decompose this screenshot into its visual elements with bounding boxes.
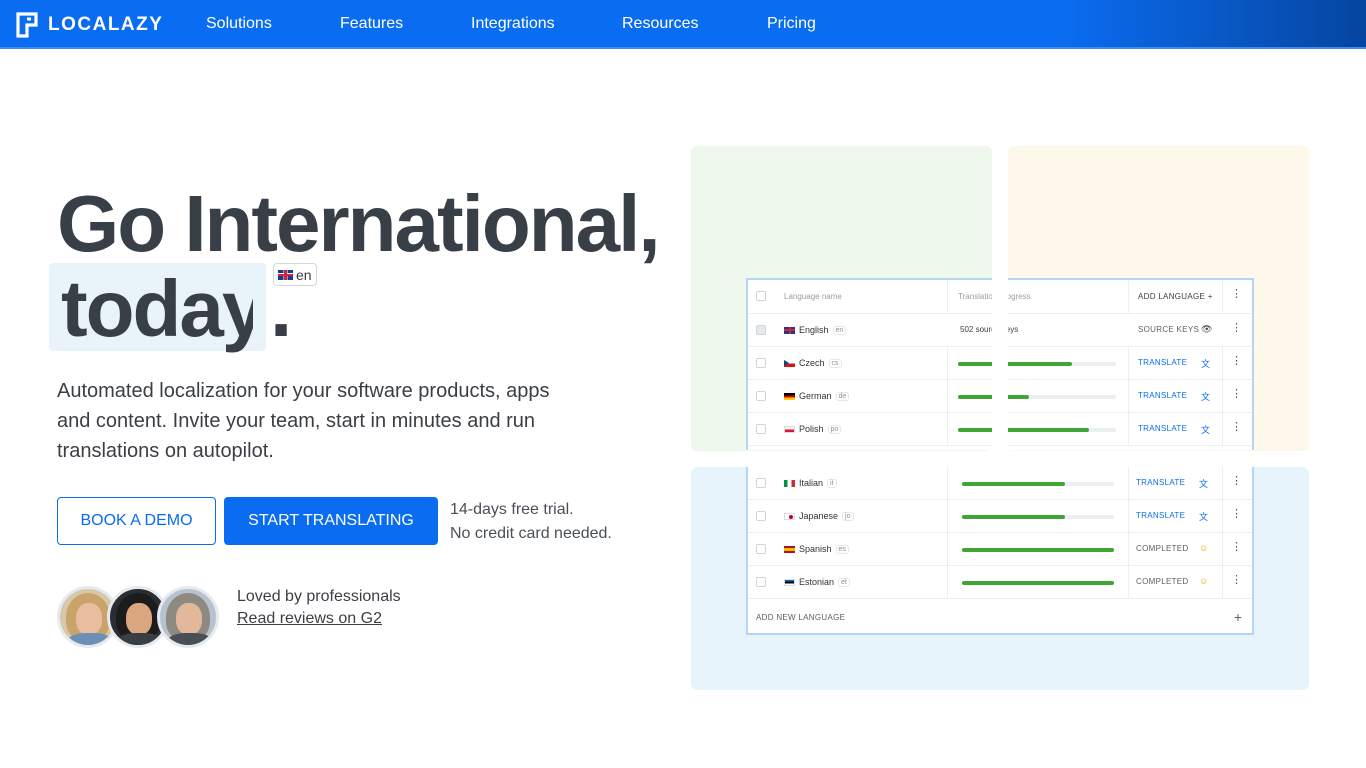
table-row: Spanish es COMPLETED ☺ ⋮ bbox=[748, 533, 1252, 566]
ee-flag-icon bbox=[784, 578, 795, 586]
more-icon[interactable]: ⋮ bbox=[1231, 476, 1242, 487]
row-checkbox[interactable] bbox=[756, 511, 766, 521]
progress-bar bbox=[962, 515, 1114, 519]
more-icon[interactable]: ⋮ bbox=[1231, 422, 1242, 433]
nav-integrations[interactable]: Integrations bbox=[471, 15, 555, 33]
start-translating-button[interactable]: START TRANSLATING bbox=[224, 497, 438, 545]
translate-icon[interactable]: 文 bbox=[1201, 423, 1210, 436]
more-icon[interactable]: ⋮ bbox=[1231, 389, 1242, 400]
progress-bar bbox=[958, 395, 1116, 399]
progress-bar bbox=[958, 428, 1116, 432]
uk-flag-icon bbox=[278, 269, 293, 280]
completed-status: COMPLETED bbox=[1136, 577, 1189, 586]
add-new-language-button[interactable]: ADD NEW LANGUAGE bbox=[756, 613, 845, 622]
jp-flag-icon bbox=[784, 512, 795, 520]
plus-icon[interactable]: + bbox=[1234, 609, 1242, 625]
trial-line-2: No credit card needed. bbox=[450, 525, 612, 542]
g2-reviews-link[interactable]: Read reviews on G2 bbox=[237, 608, 382, 630]
source-keys-button[interactable]: SOURCE KEYS bbox=[1138, 325, 1199, 334]
row-checkbox[interactable] bbox=[756, 577, 766, 587]
language-badge: en bbox=[273, 263, 317, 286]
hero-title-highlight-word: today bbox=[61, 265, 253, 353]
translate-button[interactable]: TRANSLATE bbox=[1138, 424, 1187, 433]
pl-flag-icon bbox=[784, 425, 795, 433]
plus-icon: + bbox=[1207, 292, 1213, 301]
more-icon[interactable]: ⋮ bbox=[1231, 356, 1242, 367]
de-flag-icon bbox=[784, 392, 795, 400]
top-navbar: LOCALAZY Solutions Features Integrations… bbox=[0, 0, 1366, 49]
progress-bar bbox=[962, 482, 1114, 486]
language-badge-code: en bbox=[296, 266, 312, 283]
add-language-button[interactable]: ADD LANGUAGE + bbox=[1138, 292, 1213, 301]
smile-icon: ☺ bbox=[1199, 543, 1209, 553]
language-cell: German de bbox=[784, 391, 850, 401]
progress-bar bbox=[958, 362, 1116, 366]
translate-button[interactable]: TRANSLATE bbox=[1136, 478, 1185, 487]
it-flag-icon bbox=[784, 479, 795, 487]
language-cell: Polish po bbox=[784, 424, 842, 434]
row-checkbox[interactable] bbox=[756, 358, 766, 368]
brand-logo[interactable]: LOCALAZY bbox=[16, 11, 163, 38]
table-row: Japanese jo TRANSLATE 文 ⋮ bbox=[748, 500, 1252, 533]
more-icon[interactable]: ⋮ bbox=[1231, 323, 1242, 334]
translate-icon[interactable]: 文 bbox=[1199, 477, 1208, 490]
table-row: Estonian et COMPLETED ☺ ⋮ bbox=[748, 566, 1252, 599]
table-row: Italian it TRANSLATE 文 ⋮ bbox=[748, 467, 1252, 500]
row-checkbox[interactable] bbox=[756, 424, 766, 434]
cz-flag-icon bbox=[784, 359, 795, 367]
translate-button[interactable]: TRANSLATE bbox=[1138, 358, 1187, 367]
language-cell: Italian it bbox=[784, 478, 837, 488]
row-checkbox[interactable] bbox=[756, 544, 766, 554]
book-demo-button[interactable]: BOOK A DEMO bbox=[57, 497, 216, 545]
language-cell: Japanese jo bbox=[784, 511, 854, 521]
trial-note: 14-days free trial. No credit card neede… bbox=[450, 498, 612, 546]
row-checkbox[interactable] bbox=[756, 478, 766, 488]
more-icon[interactable]: ⋮ bbox=[1231, 289, 1242, 300]
brand-name: LOCALAZY bbox=[48, 13, 164, 35]
row-checkbox[interactable] bbox=[756, 325, 766, 335]
panel-gap bbox=[992, 276, 1008, 452]
localazy-logo-icon bbox=[16, 11, 38, 38]
translate-button[interactable]: TRANSLATE bbox=[1136, 511, 1185, 520]
translate-button[interactable]: TRANSLATE bbox=[1138, 391, 1187, 400]
nav-pricing[interactable]: Pricing bbox=[767, 15, 816, 33]
uk-flag-icon bbox=[784, 326, 795, 334]
es-flag-icon bbox=[784, 545, 795, 553]
column-language-name: Language name bbox=[784, 292, 842, 301]
hero-subtitle: Automated localization for your software… bbox=[57, 380, 550, 462]
language-cell: Czech cs bbox=[784, 358, 842, 368]
reviewer-avatars bbox=[57, 586, 219, 650]
progress-bar bbox=[962, 581, 1114, 585]
eye-icon[interactable]: 👁 bbox=[1201, 324, 1212, 335]
more-icon[interactable]: ⋮ bbox=[1231, 542, 1242, 553]
trial-line-1: 14-days free trial. bbox=[450, 501, 574, 518]
language-cell: English en bbox=[784, 325, 847, 335]
row-checkbox[interactable] bbox=[756, 391, 766, 401]
progress-bar bbox=[962, 548, 1114, 552]
language-cell: Estonian et bbox=[784, 577, 850, 587]
more-icon[interactable]: ⋮ bbox=[1231, 509, 1242, 520]
nav-solutions[interactable]: Solutions bbox=[206, 15, 272, 33]
nav-resources[interactable]: Resources bbox=[622, 15, 698, 33]
smile-icon: ☺ bbox=[1199, 576, 1209, 586]
completed-status: COMPLETED bbox=[1136, 544, 1189, 553]
languages-table-bottom: Italian it TRANSLATE 文 ⋮ Japanese jo TRANSLATE 文… bbox=[746, 467, 1254, 635]
translate-icon[interactable]: 文 bbox=[1199, 510, 1208, 523]
select-all-checkbox[interactable] bbox=[756, 291, 766, 301]
nav-features[interactable]: Features bbox=[340, 15, 403, 33]
hero-title: Go International, bbox=[57, 179, 661, 268]
loved-by-text: Loved by professionals bbox=[237, 588, 401, 605]
avatar bbox=[157, 586, 219, 648]
translate-icon[interactable]: 文 bbox=[1201, 357, 1210, 370]
source-keys-count: 502 source keys bbox=[960, 325, 1019, 334]
translate-icon[interactable]: 文 bbox=[1201, 390, 1210, 403]
language-cell: Spanish es bbox=[784, 544, 849, 554]
more-icon[interactable]: ⋮ bbox=[1231, 575, 1242, 586]
panel-gap bbox=[746, 451, 1254, 467]
